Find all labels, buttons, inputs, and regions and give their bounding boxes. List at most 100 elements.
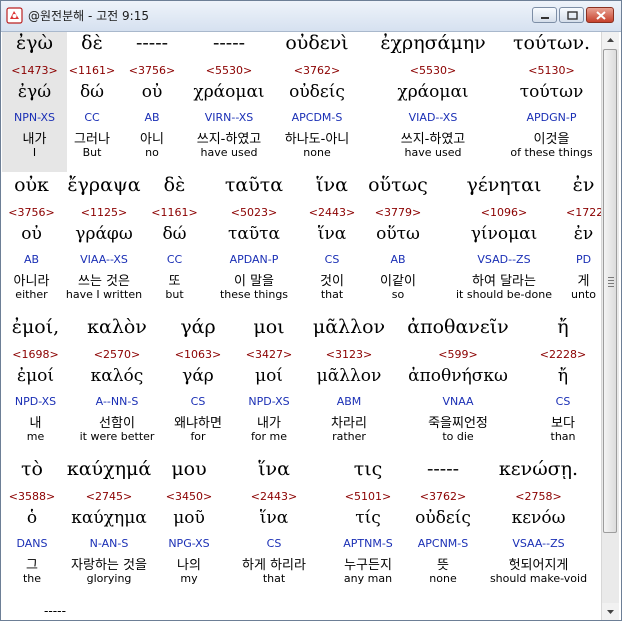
minimize-button[interactable] — [532, 7, 557, 23]
word-kor: 그 — [26, 558, 38, 573]
word-eng: have used — [404, 146, 462, 159]
word-greek: καύχημά — [66, 458, 152, 480]
word-parse: CS — [555, 395, 571, 408]
word-kor: 죽을찌언정 — [428, 416, 488, 431]
arrow-up-icon — [607, 38, 614, 42]
word-greek: οὕτως — [368, 174, 428, 196]
word-lemma: δώ — [79, 82, 105, 102]
word-kor: 쓰지-하였고 — [196, 132, 262, 147]
word-column[interactable]: γένηται <1096> γίνομαι VSAD--ZS 하여 달라는 it sho… — [442, 174, 566, 314]
word-eng: any man — [343, 572, 393, 585]
maximize-button[interactable] — [559, 7, 584, 23]
word-column[interactable]: ἐχρησάμην <5530> χράομαι VIAD--XS 쓰지-하였고 have… — [364, 32, 502, 172]
scroll-up-button[interactable] — [602, 32, 619, 49]
word-parse: NPD-XS — [248, 395, 290, 408]
word-greek: γάρ — [180, 316, 216, 338]
word-column[interactable]: ----- <3756> οὐ AB 아니 no — [117, 32, 187, 172]
word-column[interactable]: ταῦτα <5023> ταῦτα APDAN-P 이 말을 these things — [202, 174, 306, 314]
word-num: <1698> — [12, 348, 59, 361]
word-num: <2745> — [85, 490, 133, 503]
word-lemma: καλός — [90, 366, 144, 386]
word-lemma: μοῦ — [173, 508, 205, 528]
word-lemma: οὕτω — [376, 224, 420, 244]
word-num: <2570> — [93, 348, 141, 361]
word-kor: 내가 — [257, 416, 281, 431]
word-lemma: κενόω — [511, 508, 566, 528]
word-lemma: ἀποθνήσκω — [408, 366, 508, 386]
word-eng: for me — [250, 430, 288, 443]
word-greek: οὐδενὶ — [285, 32, 349, 54]
word-column[interactable]: κενώσῃ. <2758> κενόω VSAA--ZS 헛되어지게 should ma… — [476, 458, 601, 598]
word-column[interactable]: ἔγραψα <1125> γράφω VIAA--XS 쓰는 것은 have I wri… — [61, 174, 147, 314]
word-parse: DANS — [16, 537, 48, 550]
word-parse: AB — [23, 253, 40, 266]
word-num: <5023> — [230, 206, 278, 219]
word-column[interactable]: ἵνα <2443> ἵνα CS 하게 하리라 that — [222, 458, 326, 598]
word-eng: none — [303, 146, 331, 159]
word-column[interactable]: ἐγὼ <1473> ἐγώ NPN-XS 내가 I — [2, 32, 67, 172]
word-column[interactable]: τούτων. <5130> τούτων APDGN-P 이것을 of these th… — [502, 32, 601, 172]
word-num: <1063> — [174, 348, 222, 361]
word-greek: οὐκ — [14, 174, 49, 196]
word-greek: ταῦτα — [224, 174, 284, 196]
vertical-scrollbar[interactable] — [601, 32, 619, 620]
word-column[interactable]: οὐκ <3756> οὐ AB 아니라 either — [2, 174, 61, 314]
scroll-thumb[interactable] — [603, 49, 617, 533]
word-column[interactable]: μοι <3427> μοί NPD-XS 내가 for me — [231, 316, 307, 456]
word-column[interactable]: ἐμοί, <1698> ἐμοί NPD-XS 내 me — [2, 316, 69, 456]
word-column[interactable]: δὲ <1161> δώ CC 그러나 But — [67, 32, 117, 172]
scroll-down-button[interactable] — [602, 603, 619, 620]
word-parse: A--NN-S — [95, 395, 139, 408]
word-lemma: οὐδείς — [415, 508, 471, 528]
word-lemma: οὐδείς — [289, 82, 345, 102]
word-column[interactable]: μᾶλλον <3123> μᾶλλον ABM 차라리 rather — [307, 316, 391, 456]
word-kor: 차라리 — [331, 416, 367, 431]
word-column[interactable]: ἵνα <2443> ἵνα CS 것이 that — [306, 174, 358, 314]
app-icon — [6, 7, 23, 24]
word-parse: APCDM-S — [291, 111, 343, 124]
word-column[interactable]: γάρ <1063> γάρ CS 왜냐하면 for — [165, 316, 231, 456]
word-eng: rather — [332, 430, 366, 443]
word-column[interactable]: ἤ <2228> ἤ CS 보다 than — [525, 316, 601, 456]
word-kor: 내 — [29, 416, 42, 431]
word-column[interactable]: ----- <3762> οὐδείς APCNM-S 뜻 none — [410, 458, 476, 598]
word-num: <3762> — [293, 64, 341, 77]
word-column[interactable]: τὸ <3588> ὁ DANS 그 the — [2, 458, 62, 598]
word-greek: τις — [353, 458, 383, 480]
word-num: <1125> — [80, 206, 128, 219]
verse-row: οὐκ <3756> οὐ AB 아니라 either ἔγραψα <1125> γράφω V… — [2, 174, 601, 314]
word-kor: 그러나 — [74, 132, 110, 147]
word-column[interactable]: μου <3450> μοῦ NPG-XS 나의 my — [156, 458, 222, 598]
word-column[interactable]: καύχημά <2745> καύχημα N-AN-S 자랑하는 것을 gloryin… — [62, 458, 156, 598]
title-bar[interactable]: @원전분해 - 고전 9:15 — [1, 1, 621, 32]
word-greek: καλὸν — [87, 316, 147, 338]
word-kor: 보다 — [551, 416, 575, 431]
word-parse: CC — [84, 111, 100, 124]
word-column[interactable]: οὕτως <3779> οὕτω AB 이같이 so — [354, 174, 442, 314]
word-parse: NPD-XS — [14, 395, 57, 408]
word-column[interactable]: ἐν <1722> ἐν PD 게unto — [566, 174, 601, 314]
word-kor: 내가 — [22, 132, 47, 147]
word-column[interactable]: ----- <5530> χράομαι VIRN--XS 쓰지-하였고 have use… — [187, 32, 271, 172]
word-eng: But — [82, 146, 102, 159]
word-column[interactable]: τις <5101> τίς APTNM-S 누구든지 any man — [326, 458, 410, 598]
close-button[interactable] — [586, 7, 614, 23]
word-parse: AB — [144, 111, 160, 124]
word-column[interactable]: οὐδενὶ <3762> οὐδείς APCDM-S 하나도-아니 none — [271, 32, 363, 172]
word-greek: δὲ — [163, 174, 186, 196]
word-greek: τὸ — [21, 458, 43, 480]
word-eng: my — [180, 572, 198, 585]
word-column[interactable]: καλὸν <2570> καλός A--NN-S 선함이 it were better — [69, 316, 165, 456]
word-num: <5101> — [344, 490, 392, 503]
word-greek: ἐμοί, — [11, 316, 60, 338]
word-eng: either — [15, 288, 48, 301]
word-num: <2443> — [250, 490, 298, 503]
word-column[interactable]: δὲ <1161> δώ CC 또 but — [147, 174, 202, 314]
word-greek: μοι — [253, 316, 285, 338]
word-parse: APDAN-P — [229, 253, 279, 266]
word-greek: μᾶλλον — [312, 316, 386, 338]
word-num: <1161> — [68, 64, 116, 77]
word-eng: unto — [571, 288, 596, 301]
word-eng: than — [550, 430, 576, 443]
word-column[interactable]: ἀποθανεῖν <599> ἀποθνήσκω VNAA 죽을찌언정 to die — [391, 316, 525, 456]
